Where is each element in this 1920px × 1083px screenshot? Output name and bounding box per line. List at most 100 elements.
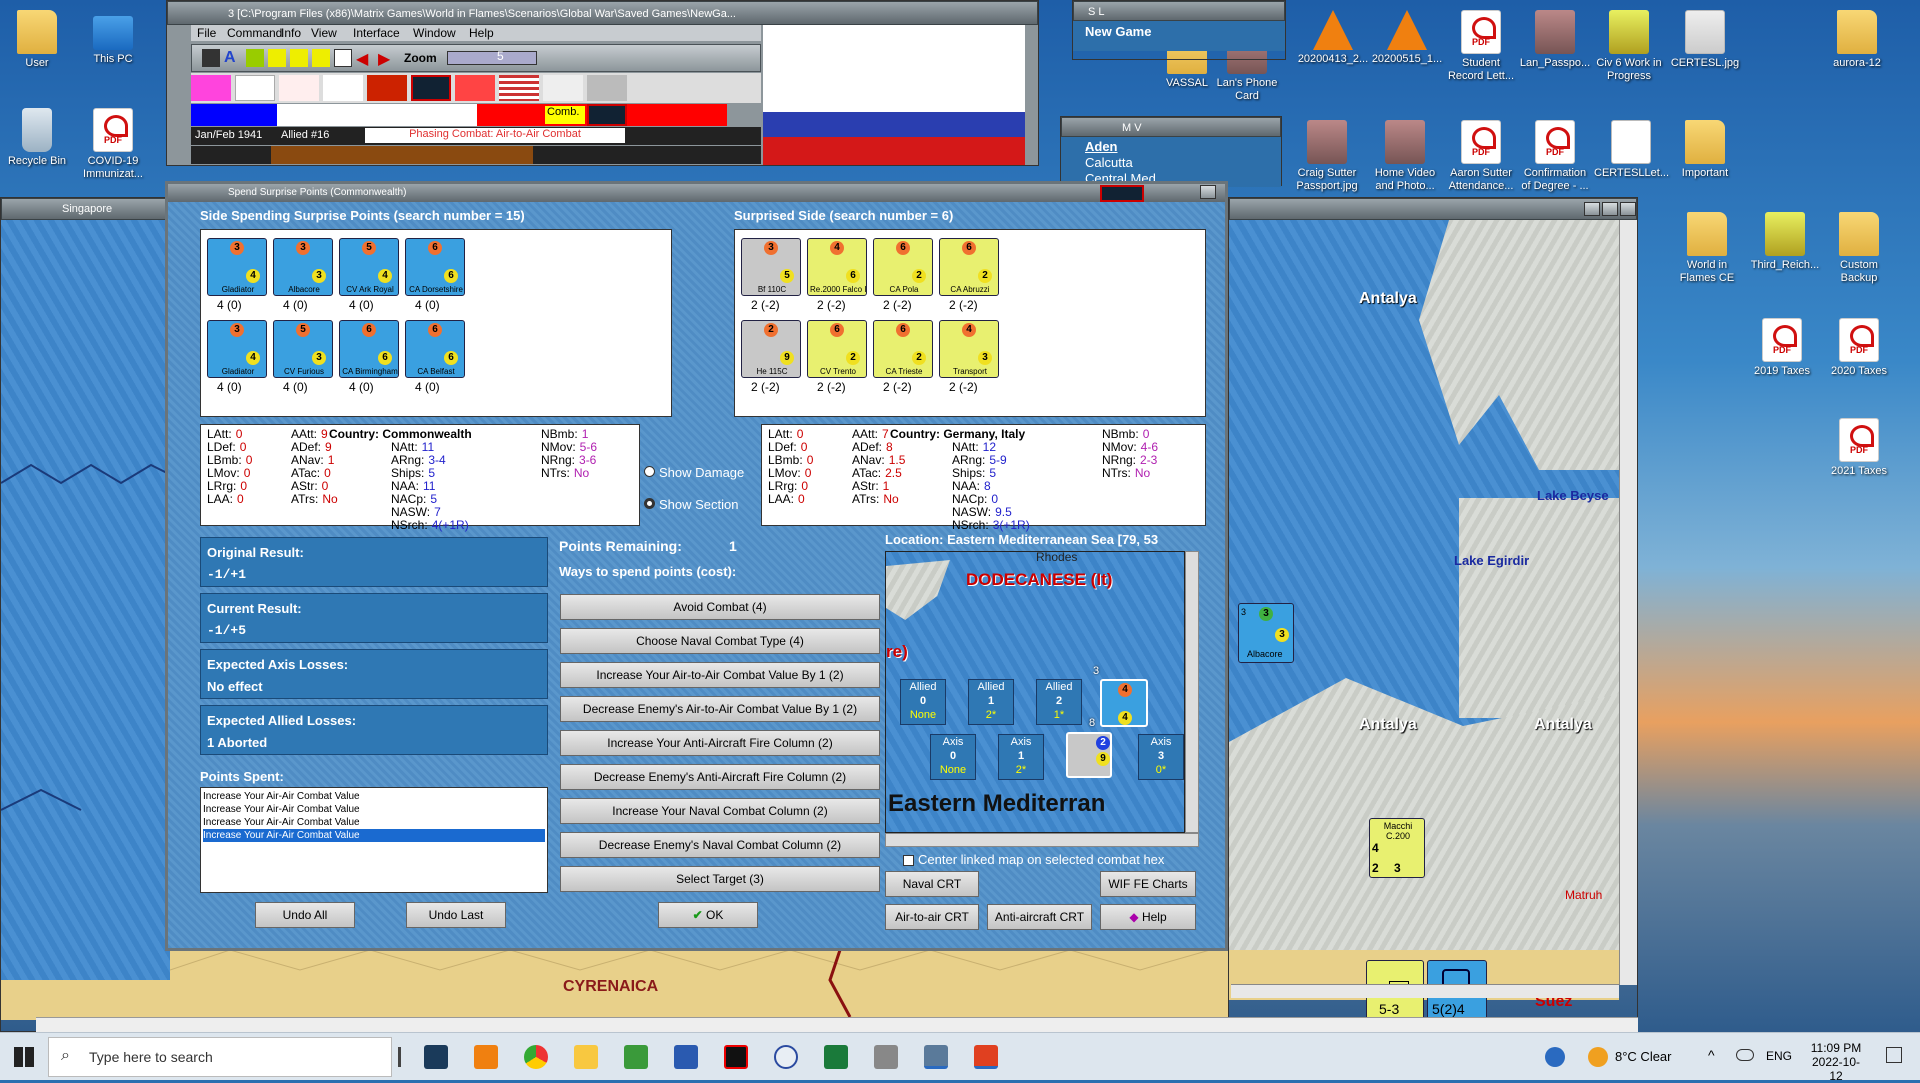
flag-nation-1[interactable] [191,75,231,101]
points-spent-item[interactable]: Increase Your Air-Air Combat Value [203,829,545,842]
close-button[interactable] [1620,202,1636,217]
unit-counter[interactable]: 6 2 CA Abruzzi [939,238,999,296]
mv-item-aden[interactable]: Aden [1085,139,1257,155]
word-icon[interactable] [674,1045,698,1069]
mini-counter-allied[interactable]: 44 [1100,679,1148,727]
windows-start-icon[interactable] [14,1047,34,1067]
dialog-close-button[interactable] [1200,185,1216,199]
language-indicator[interactable]: ENG [1766,1049,1792,1063]
map-strip-bottom[interactable]: CYRENAICA [170,950,1228,1017]
menu-view[interactable]: View [311,26,337,40]
desktop-icon-6[interactable]: Student Record Lett... [1444,10,1518,83]
unit-counter[interactable]: 4 6 Re.2000 Falco I [807,238,867,296]
maximize-button[interactable] [1602,202,1618,217]
chevron-up-icon[interactable]: ^ [1708,1047,1715,1063]
flag-nation-4[interactable] [323,75,363,101]
points-spent-item[interactable]: Increase Your Air-Air Combat Value [203,803,545,816]
tool-icon-1[interactable] [202,49,220,67]
spend-option-button[interactable]: Decrease Enemy's Naval Combat Column (2) [560,832,880,858]
allied-section-box[interactable]: Allied 2 1* [1036,679,1082,725]
wif-fe-charts-button[interactable]: WIF FE Charts [1100,871,1196,897]
unit-counter[interactable]: 2 9 He 115C [741,320,801,378]
map-sea-left[interactable] [0,220,172,980]
show-damage-radio[interactable] [644,466,655,477]
desktop-icon-20[interactable]: 2019 Taxes [1745,318,1819,378]
spend-option-button[interactable]: Increase Your Air-to-Air Combat Value By… [560,662,880,688]
naval-crt-button[interactable]: Naval CRT [885,871,979,897]
desktop-icon-11[interactable]: Craig Sutter Passport.jpg [1290,120,1364,193]
help-button[interactable]: ◆ Help [1100,904,1196,930]
desktop-icon-22[interactable]: 2021 Taxes [1822,418,1896,478]
center-linked-option[interactable]: Center linked map on selected combat hex [903,852,1164,867]
arrow-right-icon[interactable]: ▶ [378,49,396,68]
unit-counter[interactable]: 3 4 Gladiator [207,320,267,378]
allied-section-box[interactable]: Allied 1 2* [968,679,1014,725]
notepad-icon[interactable] [624,1045,648,1069]
menu-command[interactable]: Command [227,26,282,40]
flag-icon[interactable] [334,49,352,67]
desktop-icon-7[interactable]: Lan_Passpo... [1518,10,1592,70]
check-icon[interactable] [312,49,330,67]
flag-nation-7[interactable] [455,75,495,101]
anti-aircraft-crt-button[interactable]: Anti-aircraft CRT [987,904,1092,930]
app-icon[interactable] [774,1045,798,1069]
menu-interface[interactable]: Interface [353,26,400,40]
desktop-icon-2[interactable]: Recycle Bin [0,108,74,168]
spend-option-button[interactable]: Decrease Enemy's Anti-Aircraft Fire Colu… [560,764,880,790]
desktop-icon-8[interactable]: Civ 6 Work in Progress [1592,10,1666,83]
spend-option-button[interactable]: Increase Your Naval Combat Column (2) [560,798,880,824]
mini-counter-axis[interactable]: 29 [1066,732,1112,778]
unit-counter[interactable]: 6 2 CV Trento [807,320,867,378]
axis-section-box[interactable]: Axis 1 2* [998,734,1044,780]
unit-counter[interactable]: 6 2 CA Pola [873,238,933,296]
desktop-icon-9[interactable]: CERTESL.jpg [1668,10,1742,70]
desktop-icon-15[interactable]: CERTESLLet... [1594,120,1669,180]
netflix-icon[interactable] [724,1045,748,1069]
unit-counter[interactable]: 3 4 Gladiator [207,238,267,296]
spend-option-button[interactable]: Decrease Enemy's Air-to-Air Combat Value… [560,696,880,722]
map-v-scrollbar[interactable] [1619,220,1637,985]
window-app-icon[interactable] [924,1045,948,1069]
flag-nation-9[interactable] [543,75,583,101]
sl-new-game[interactable]: New Game [1073,21,1285,51]
notifications-icon[interactable] [1886,1047,1902,1063]
zoom-slider[interactable] [447,51,537,65]
taskbar-search[interactable]: ⌕ Type here to search [48,1037,392,1077]
flag-usa[interactable] [499,75,539,101]
menu-window[interactable]: Window [413,26,456,40]
undo-all-button[interactable]: Undo All [255,902,355,928]
wif-game-icon[interactable] [974,1045,998,1069]
desktop-icon-12[interactable]: Home Video and Photo... [1368,120,1442,193]
desktop-icon-3[interactable]: COVID-19 Immunizat... [76,108,150,181]
vlc-icon[interactable] [474,1045,498,1069]
undo-last-button[interactable]: Undo Last [406,902,506,928]
desktop-icon-17[interactable]: World in Flames CE [1670,212,1744,285]
flag-japan[interactable] [279,75,319,101]
map-bottom-scrollbar[interactable] [36,1017,1638,1032]
task-view-icon[interactable] [398,1047,401,1067]
minimize-button[interactable] [1584,202,1600,217]
excel-icon[interactable] [824,1045,848,1069]
tool-icon-5[interactable] [290,49,308,67]
weather-text[interactable]: 8°C Clear [1615,1049,1672,1064]
mv-item-calcutta[interactable]: Calcutta [1085,155,1257,171]
desktop-icon-10[interactable]: aurora-12 [1820,10,1894,70]
spend-option-button[interactable]: Avoid Combat (4) [560,594,880,620]
map-h-scrollbar[interactable] [1231,984,1619,998]
desktop-icon-5[interactable]: 20200515_1... [1370,10,1444,66]
center-linked-checkbox[interactable] [903,855,914,867]
mini-map-h-scroll[interactable] [885,833,1199,847]
desktop-icon-18[interactable]: Third_Reich... [1748,212,1822,272]
unit-counter[interactable]: 3 5 Bf 110C [741,238,801,296]
air-to-air-crt-button[interactable]: Air-to-air CRT [885,904,979,930]
steam-icon[interactable] [424,1045,448,1069]
spend-option-button[interactable]: Increase Your Anti-Aircraft Fire Column … [560,730,880,756]
show-damage-option[interactable]: Show Damage [644,465,744,480]
gear-icon[interactable] [246,49,264,67]
points-spent-item[interactable]: Increase Your Air-Air Combat Value [203,816,545,829]
allied-section-box[interactable]: Allied 0 None [900,679,946,725]
desktop-icon-21[interactable]: 2020 Taxes [1822,318,1896,378]
counter-albacore-map[interactable]: 3 3 3 Albacore [1238,603,1294,663]
mini-map-v-scroll[interactable] [1185,551,1199,833]
desktop-icon-16[interactable]: Important [1668,120,1742,180]
